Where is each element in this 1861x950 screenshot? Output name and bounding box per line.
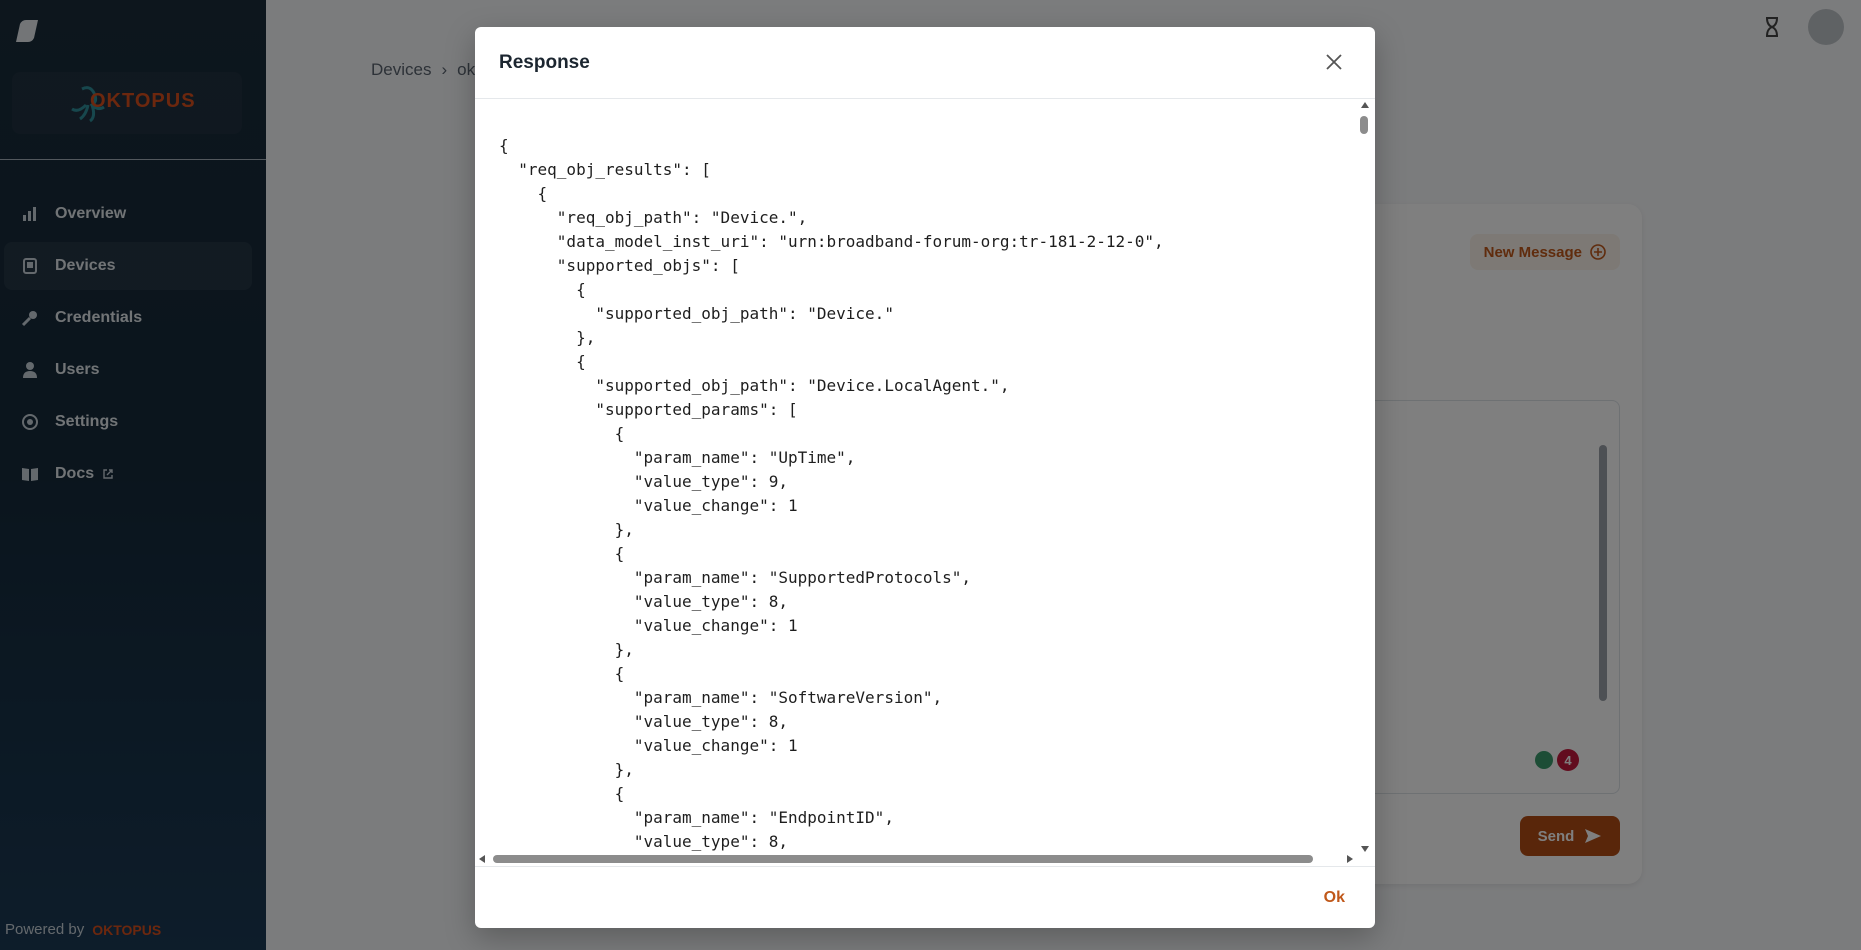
scroll-up-arrow-icon[interactable] xyxy=(1361,102,1369,108)
scroll-right-arrow-icon[interactable] xyxy=(1347,855,1353,863)
modal-footer: Ok xyxy=(475,866,1375,928)
horizontal-scrollbar[interactable] xyxy=(479,852,1353,866)
ok-button[interactable]: Ok xyxy=(1324,889,1345,907)
horizontal-scroll-thumb[interactable] xyxy=(493,855,1313,863)
modal-title: Response xyxy=(499,51,590,73)
scroll-left-arrow-icon[interactable] xyxy=(479,855,485,863)
response-code-viewer[interactable]: { "req_obj_results": [ { "req_obj_path":… xyxy=(499,100,1345,854)
scroll-down-arrow-icon[interactable] xyxy=(1361,846,1369,852)
modal-header: Response xyxy=(475,27,1375,99)
vertical-scroll-thumb[interactable] xyxy=(1360,116,1368,134)
close-icon[interactable] xyxy=(1325,53,1343,71)
modal-body: { "req_obj_results": [ { "req_obj_path":… xyxy=(475,100,1375,866)
response-modal: Response { "req_obj_results": [ { "req_o… xyxy=(475,27,1375,928)
vertical-scrollbar[interactable] xyxy=(1359,100,1371,854)
response-json: { "req_obj_results": [ { "req_obj_path":… xyxy=(499,136,1164,851)
